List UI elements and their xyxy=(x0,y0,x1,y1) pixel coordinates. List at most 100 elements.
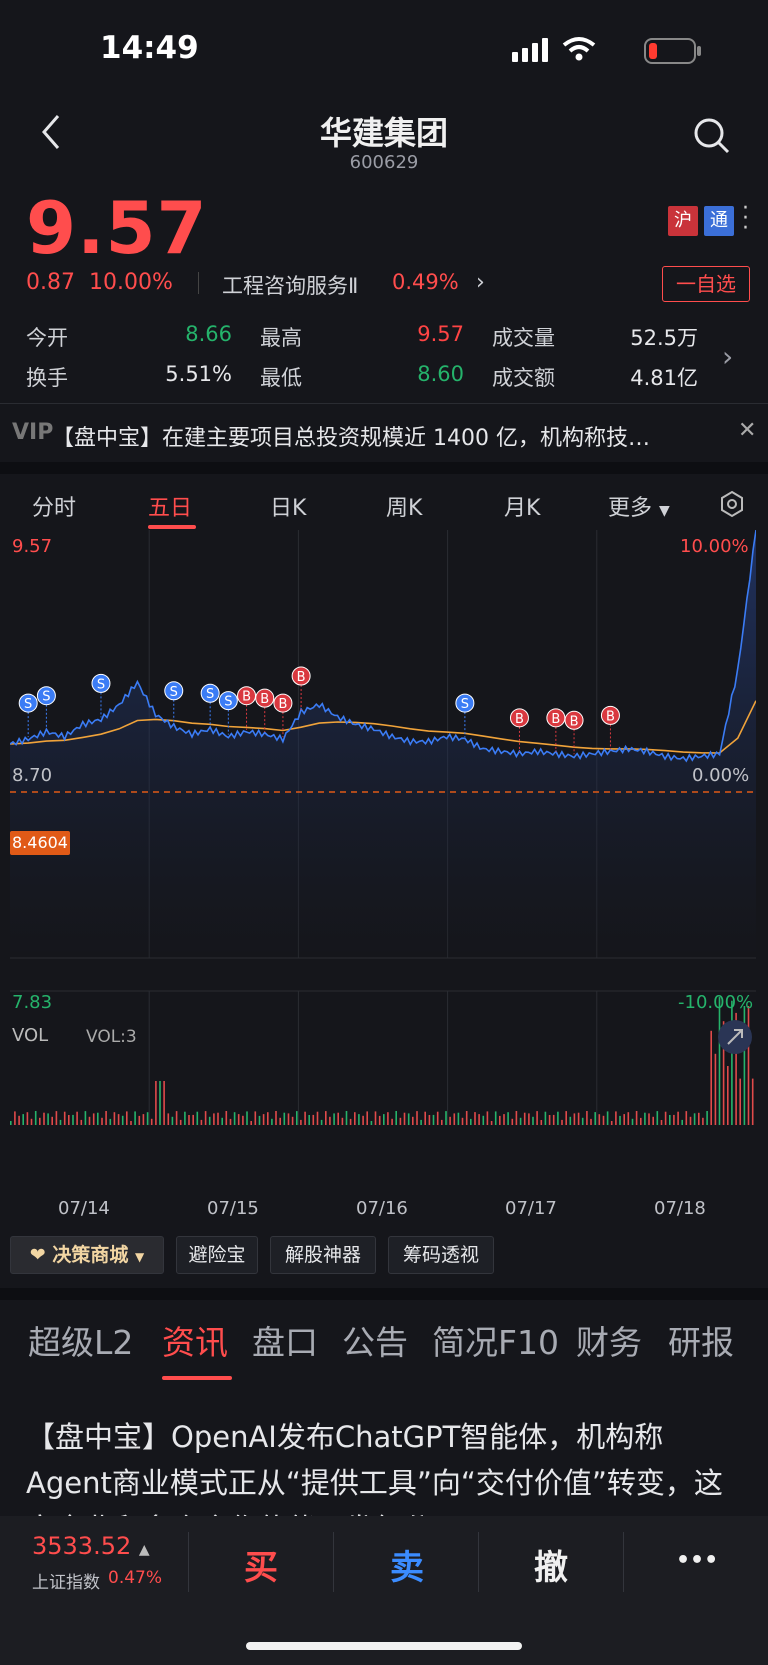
high-label: 最高 xyxy=(260,326,302,350)
volume-bar xyxy=(43,1112,45,1125)
average-price-tag: 8.4604 xyxy=(10,831,70,855)
page-title: 华建集团 xyxy=(319,114,448,152)
volume-label: 成交量 xyxy=(492,326,555,350)
cancel-order-button[interactable]: 撤 xyxy=(534,1540,568,1589)
volume-bar xyxy=(648,1113,650,1125)
tab-f10[interactable]: 简况F10 xyxy=(432,1316,559,1364)
volume-bar xyxy=(51,1116,53,1125)
svg-text:B: B xyxy=(260,692,269,707)
news-ticker[interactable]: 【盘中宝】在建主要项目总投资规模近 1400 亿，机构称技… xyxy=(52,420,650,452)
active-tab-indicator xyxy=(148,525,196,529)
volume-bar xyxy=(287,1113,290,1125)
volume-bar xyxy=(640,1117,642,1125)
decision-mall-button[interactable]: ❤ 决策商城 ▼ xyxy=(10,1236,164,1274)
more-vertical-icon[interactable]: · · · xyxy=(742,198,750,240)
volume-bar xyxy=(320,1119,323,1125)
five-day-chart[interactable]: S SS S S S SB B BBB B B B xyxy=(10,530,756,1195)
index-name: 上证指数 xyxy=(32,1573,100,1593)
tab-five-day[interactable]: 五日 xyxy=(148,490,192,522)
volume-bar xyxy=(449,1116,451,1125)
tab-research[interactable]: 研报 xyxy=(668,1316,734,1364)
volume-bar xyxy=(22,1114,24,1125)
divider xyxy=(188,1532,189,1592)
expand-icon[interactable] xyxy=(718,1020,752,1054)
volume-bar xyxy=(581,1117,584,1125)
volume-value: 52.5万 xyxy=(630,326,698,350)
volume-bar xyxy=(528,1113,530,1125)
volume-bar xyxy=(267,1112,269,1125)
chip-distribution-button[interactable]: 筹码透视 xyxy=(388,1236,494,1274)
divider xyxy=(198,272,199,294)
volume-bar xyxy=(171,1116,174,1125)
pct-axis-high: 10.00% xyxy=(680,536,749,557)
stock-analyzer-button[interactable]: 解股神器 xyxy=(270,1236,376,1274)
divider xyxy=(333,1532,334,1592)
x-tick-label: 07/17 xyxy=(505,1198,557,1219)
low-value: 8.60 xyxy=(417,362,464,386)
tab-daily-k[interactable]: 日K xyxy=(270,490,306,522)
tab-intraday[interactable]: 分时 xyxy=(32,490,76,522)
section-separator xyxy=(0,462,768,474)
divider xyxy=(478,1532,479,1592)
volume-bar xyxy=(134,1111,136,1125)
volume-bar xyxy=(544,1111,547,1125)
home-indicator xyxy=(246,1642,522,1650)
volume-bar xyxy=(354,1112,356,1125)
tab-more[interactable]: 更多 ▼ xyxy=(608,490,670,522)
stock-code: 600629 xyxy=(349,152,419,173)
volume-bar xyxy=(718,997,721,1125)
tab-order-book[interactable]: 盘口 xyxy=(252,1316,318,1364)
tab-financials[interactable]: 财务 xyxy=(576,1316,642,1364)
more-icon[interactable]: ••• xyxy=(676,1548,718,1573)
buy-marker: B xyxy=(255,688,275,733)
add-watchlist-button[interactable]: 一自选 xyxy=(662,266,750,302)
tab-announcements[interactable]: 公告 xyxy=(342,1316,408,1364)
volume-bar xyxy=(681,1119,683,1125)
chevron-right-icon[interactable]: › xyxy=(476,270,485,295)
triangle-up-icon: ▲ xyxy=(138,1542,150,1558)
wifi-icon xyxy=(562,37,596,61)
sector-change[interactable]: 0.49% xyxy=(392,270,459,294)
buy-button[interactable]: 买 xyxy=(244,1540,278,1589)
volume-bar xyxy=(200,1119,203,1125)
volume-bar xyxy=(403,1112,406,1125)
volume-bar xyxy=(391,1118,393,1125)
tab-monthly-k[interactable]: 月K xyxy=(504,490,540,522)
volume-bar xyxy=(333,1113,335,1125)
index-value[interactable]: 3533.52 ▲ xyxy=(32,1532,150,1560)
sell-button[interactable]: 卖 xyxy=(390,1540,424,1589)
divider xyxy=(623,1532,624,1592)
volume-bar xyxy=(47,1113,49,1125)
volume-bar xyxy=(291,1116,294,1125)
tab-super-l2[interactable]: 超级L2 xyxy=(28,1316,133,1364)
volume-bar xyxy=(163,1081,165,1125)
y-axis-low: 7.83 xyxy=(12,992,53,1013)
hedge-button[interactable]: 避险宝 xyxy=(176,1236,258,1274)
volume-bar xyxy=(254,1111,257,1125)
volume-bars xyxy=(10,997,754,1125)
svg-text:B: B xyxy=(515,712,524,727)
close-icon[interactable]: ✕ xyxy=(738,418,756,443)
settings-icon[interactable] xyxy=(718,490,746,518)
volume-bar xyxy=(706,1111,708,1125)
sell-marker: S xyxy=(36,686,56,730)
search-icon[interactable] xyxy=(692,116,732,156)
volume-bar xyxy=(88,1116,91,1125)
volume-bar xyxy=(693,1113,696,1125)
volume-bar xyxy=(142,1114,145,1125)
volume-bar xyxy=(412,1116,414,1125)
volume-bar xyxy=(126,1111,128,1125)
volume-bar xyxy=(300,1119,302,1125)
turnover-label: 换手 xyxy=(26,366,68,390)
volume-bar xyxy=(225,1111,228,1125)
tab-weekly-k[interactable]: 周K xyxy=(386,490,422,522)
volume-bar xyxy=(175,1111,178,1125)
y-axis-high: 9.57 xyxy=(12,536,53,557)
sector-name[interactable]: 工程咨询服务Ⅱ xyxy=(222,270,358,300)
volume-bar xyxy=(482,1115,485,1125)
volume-bar xyxy=(316,1111,319,1125)
volume-label[interactable]: VOL xyxy=(12,1025,48,1046)
chevron-right-icon[interactable]: › xyxy=(722,340,733,373)
tab-news[interactable]: 资讯 xyxy=(162,1316,228,1364)
x-tick-label: 07/18 xyxy=(654,1198,706,1219)
